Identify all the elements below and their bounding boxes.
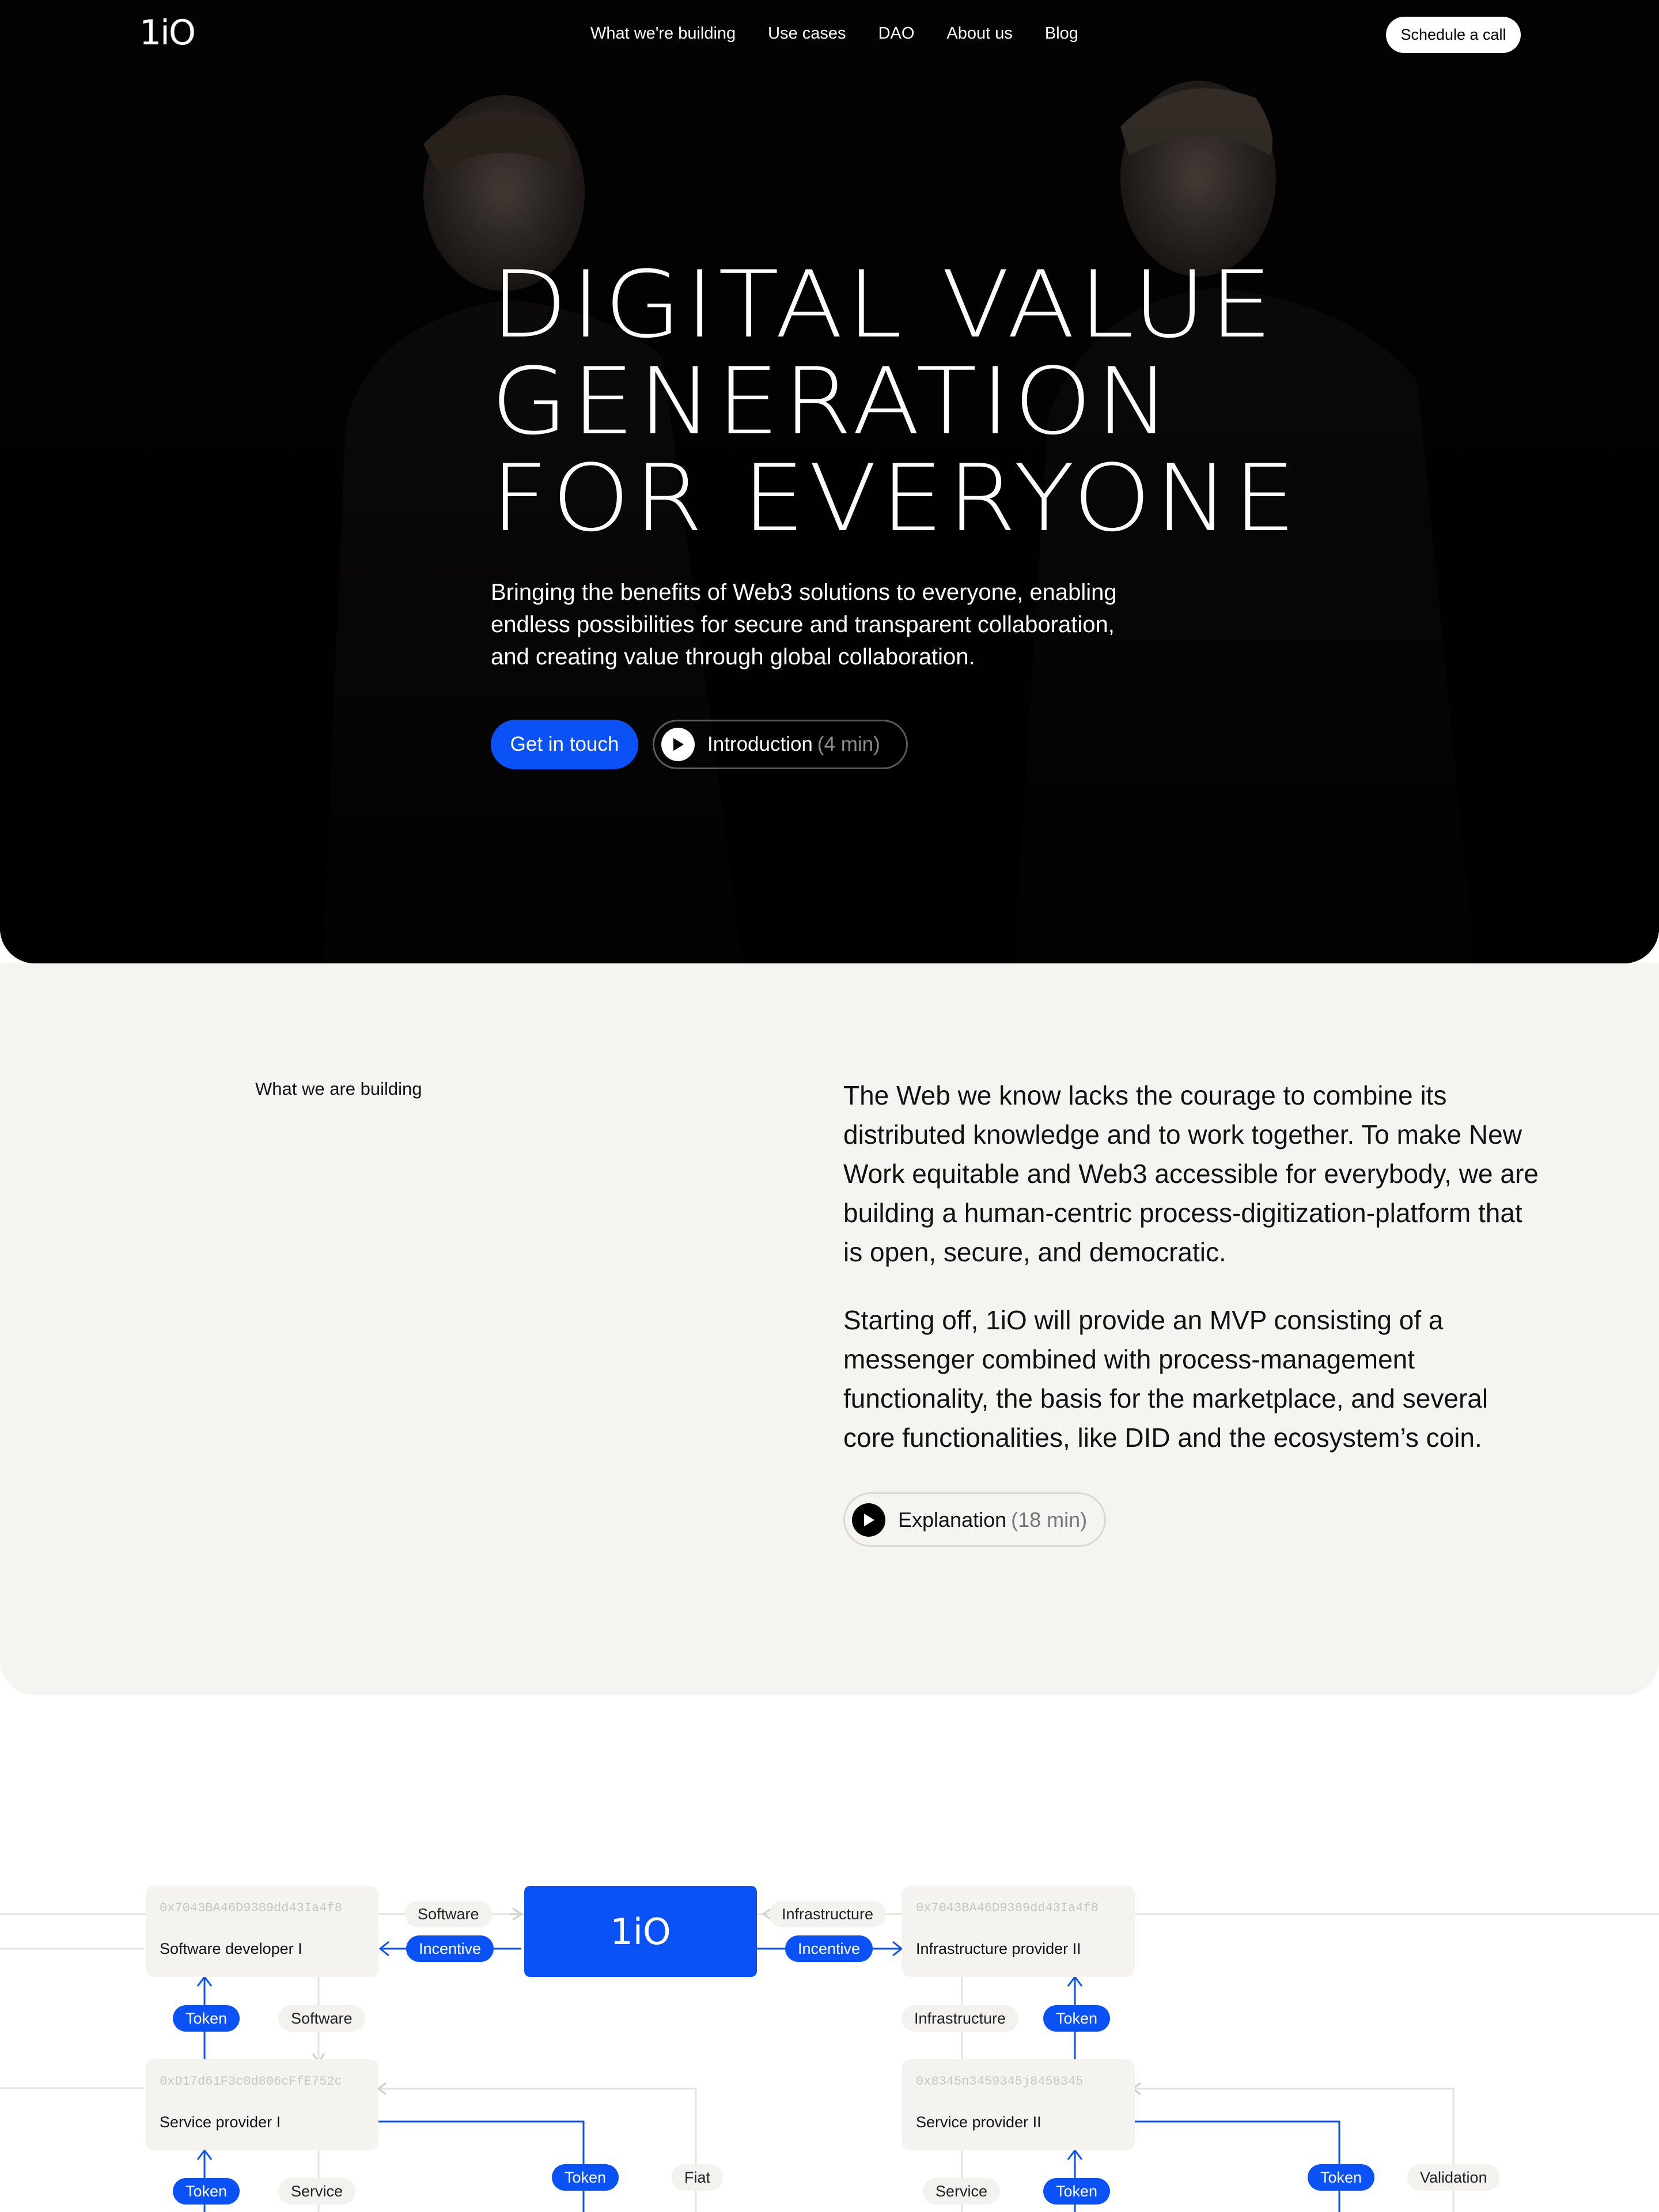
infrastructure-flow-label: Infrastructure [902,2005,1019,2032]
hero-title-line-2: GENERATION [491,347,1174,455]
introduction-label: Introduction [707,733,813,755]
node-title: Service provider II [916,2113,1041,2131]
play-icon [852,1503,885,1537]
incentive-flow-label: Incentive [785,1935,873,1962]
node-hash: 0x8345n3459345j8458345 [916,2074,1084,2089]
building-paragraph-2: Starting off, 1iO will provide an MVP co… [843,1305,1488,1453]
infrastructure-provider-node: 0x7043BA46D9389dd43Ia4f8 Infrastructure … [902,1886,1135,1977]
what-we-are-building-section: What we are building The Web we know lac… [0,963,1659,1695]
service-flow-label: Service [278,2178,356,2205]
hero-title-line-3: FOR EVERYONE [491,444,1300,552]
token-flow-label: Token [173,2005,240,2032]
section-label: What we are building [255,1079,422,1099]
node-hash: 0x7043BA46D9389dd43Ia4f8 [160,1901,342,1915]
introduction-video-button[interactable]: Introduction (4 min) [653,720,908,769]
token-flow-label: Token [1043,2005,1111,2032]
node-hash: 0x7043BA46D9389dd43Ia4f8 [916,1901,1099,1915]
token-flow-label: Token [173,2178,240,2205]
nav-links: What we're building Use cases DAO About … [590,24,1111,43]
get-in-touch-button[interactable]: Get in touch [491,720,638,769]
schedule-call-button[interactable]: Schedule a call [1386,17,1521,53]
nav-link-dao[interactable]: DAO [878,24,915,43]
software-developer-node: 0x7043BA46D9389dd43Ia4f8 Software develo… [146,1886,378,1977]
service-provider-1-node: 0xD17d61F3c0d806cFfE752c Service provide… [146,2059,378,2150]
service-provider-2-node: 0x8345n3459345j8458345 Service provider … [902,2059,1135,2150]
1io-center-node: 1iO [524,1886,757,1977]
software-flow-label: Software [278,2005,365,2032]
hero-title: DIGITAL VALUE GENERATION FOR EVERYONE [491,256,1659,547]
ecosystem-diagram: 1iO 0x7043BA46D9389dd43Ia4f8 Software de… [0,1695,1659,2212]
fiat-flow-label: Fiat [672,2164,724,2191]
nav-link-blog[interactable]: Blog [1045,24,1078,43]
token-flow-label: Token [1308,2164,1375,2191]
node-title: Infrastructure provider II [916,1940,1081,1957]
infrastructure-flow-label: Infrastructure [769,1901,887,1927]
incentive-flow-label: Incentive [406,1935,494,1962]
explanation-label: Explanation [898,1507,1007,1532]
introduction-duration: (4 min) [817,733,880,755]
logo[interactable]: 1iO [139,13,196,53]
node-hash: 0xD17d61F3c0d806cFfE752c [160,2074,342,2089]
service-flow-label: Service [923,2178,1001,2205]
validation-flow-label: Validation [1407,2164,1500,2191]
software-flow-label: Software [405,1901,492,1927]
node-title: Service provider I [160,2113,281,2131]
building-paragraph-1: The Web we know lacks the courage to com… [843,1080,1539,1267]
nav-link-about-us[interactable]: About us [946,24,1012,43]
explanation-duration: (18 min) [1011,1507,1088,1532]
explanation-video-button[interactable]: Explanation (18 min) [843,1492,1106,1547]
nav-link-what-were-building[interactable]: What we're building [590,24,736,43]
top-navigation: 1iO What we're building Use cases DAO Ab… [0,0,1659,69]
node-title: Software developer I [160,1940,302,1957]
hero-title-line-1: DIGITAL VALUE [491,251,1277,358]
token-flow-label: Token [1043,2178,1111,2205]
hero-section: 1iO What we're building Use cases DAO Ab… [0,0,1659,963]
token-flow-label: Token [552,2164,619,2191]
nav-link-use-cases[interactable]: Use cases [768,24,846,43]
play-icon [661,728,695,761]
hero-subtitle: Bringing the benefits of Web3 solutions … [491,580,1117,670]
